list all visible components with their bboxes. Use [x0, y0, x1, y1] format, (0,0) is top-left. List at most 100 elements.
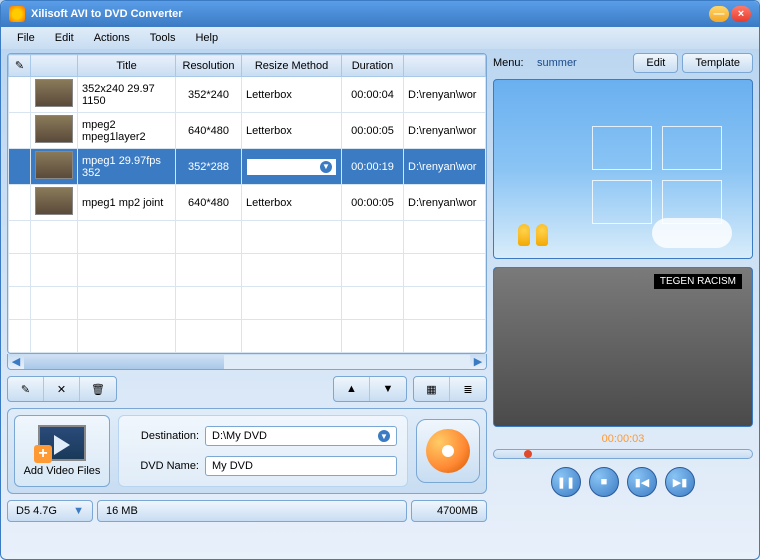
video-preview[interactable]: TEGEN RACISM [493, 267, 753, 427]
menu-file[interactable]: File [7, 29, 45, 47]
row-title: mpeg1 29.97fps 352 [78, 149, 176, 185]
table-row-empty [9, 254, 486, 287]
table-row[interactable]: mpeg1 29.97fps 352 352*288 Letterbox ▼ 00… [9, 149, 486, 185]
thumb-view-button[interactable]: ▦ [414, 377, 450, 401]
grid-hscroll[interactable]: ◀ ▶ [7, 354, 487, 370]
move-down-button[interactable]: ▼ [370, 377, 406, 401]
disc-type-value: D5 4.7G [16, 505, 57, 517]
row-resolution: 352*288 [176, 149, 242, 185]
video-banner: TEGEN RACISM [654, 274, 742, 289]
table-row-empty [9, 287, 486, 320]
edit-item-button[interactable]: ✎ [8, 377, 44, 401]
row-marker [9, 77, 31, 113]
menu-tools[interactable]: Tools [140, 29, 186, 47]
cloud-icon [652, 218, 732, 248]
resize-dropdown[interactable]: Letterbox ▼ [246, 158, 337, 176]
menu-slot [662, 126, 722, 170]
dvdname-value: My DVD [212, 460, 253, 472]
menu-template-button[interactable]: Template [682, 53, 753, 73]
row-resolution: 640*480 [176, 185, 242, 221]
disc-type-dropdown[interactable]: D5 4.7G ▼ [7, 500, 93, 522]
table-row[interactable]: 352x240 29.97 1150 352*240 Letterbox 00:… [9, 77, 486, 113]
prev-button[interactable]: ▮◀ [627, 467, 657, 497]
chevron-down-icon: ▼ [320, 161, 332, 173]
scroll-right-icon[interactable]: ▶ [470, 355, 486, 369]
row-resize: Letterbox [242, 77, 342, 113]
table-row[interactable]: mpeg2 mpeg1layer2 640*480 Letterbox 00:0… [9, 113, 486, 149]
col-title[interactable]: Title [78, 55, 176, 77]
pause-button[interactable]: ❚❚ [551, 467, 581, 497]
used-size-value: 16 MB [106, 505, 138, 517]
scroll-track[interactable] [24, 355, 470, 369]
burn-button[interactable] [416, 419, 480, 483]
row-resize[interactable]: Letterbox ▼ [242, 149, 342, 185]
seek-bar[interactable] [493, 449, 753, 459]
col-resize[interactable]: Resize Method [242, 55, 342, 77]
stop-icon: ■ [601, 476, 608, 488]
menu-slots [592, 126, 722, 224]
thumbnail-icon [35, 79, 73, 107]
row-thumb [31, 185, 78, 221]
disc-icon [426, 429, 470, 473]
timecode: 00:00:03 [493, 433, 753, 445]
menu-help[interactable]: Help [185, 29, 228, 47]
destination-dropdown[interactable]: D:\My DVD ▼ [205, 426, 397, 446]
stop-button[interactable]: ■ [589, 467, 619, 497]
menubar: File Edit Actions Tools Help [1, 27, 759, 49]
video-frame: TEGEN RACISM [494, 268, 752, 426]
x-icon: ✕ [57, 383, 66, 396]
trash-icon: 🗑 [91, 383, 105, 396]
thumbnail-icon [35, 115, 73, 143]
menu-edit[interactable]: Edit [45, 29, 84, 47]
chevron-down-icon: ▼ [378, 430, 390, 442]
scroll-left-icon[interactable]: ◀ [8, 355, 24, 369]
menu-header: Menu: summer Edit Template [493, 53, 753, 73]
row-thumb [31, 113, 78, 149]
player-controls: ❚❚ ■ ▮◀ ▶▮ [493, 467, 753, 497]
col-thumb[interactable] [31, 55, 78, 77]
menu-preview[interactable] [493, 79, 753, 259]
row-duration: 00:00:19 [342, 149, 404, 185]
row-resize: Letterbox [242, 113, 342, 149]
plus-icon: + [34, 445, 52, 463]
row-source: D:\renyan\wor [404, 113, 486, 149]
col-marker[interactable]: ✎ [9, 55, 31, 77]
pencil-icon: ✎ [21, 383, 30, 396]
row-marker [9, 185, 31, 221]
chevron-down-icon: ▼ [73, 505, 84, 517]
row-marker [9, 149, 31, 185]
trash-button[interactable]: 🗑 [80, 377, 116, 401]
row-resize: Letterbox [242, 185, 342, 221]
row-source: D:\renyan\wor [404, 185, 486, 221]
resize-value: Letterbox [251, 161, 297, 173]
close-button[interactable]: × [731, 6, 751, 22]
menu-actions[interactable]: Actions [84, 29, 140, 47]
destination-value: D:\My DVD [212, 430, 267, 442]
prev-icon: ▮◀ [635, 476, 650, 489]
table-row[interactable]: mpeg1 mp2 joint 640*480 Letterbox 00:00:… [9, 185, 486, 221]
move-up-button[interactable]: ▲ [334, 377, 370, 401]
chevron-down-icon: ▼ [383, 383, 394, 395]
row-title: 352x240 29.97 1150 [78, 77, 176, 113]
add-video-files-button[interactable]: + Add Video Files [14, 415, 110, 487]
dvdname-input[interactable]: My DVD [205, 456, 397, 476]
row-title: mpeg1 mp2 joint [78, 185, 176, 221]
minimize-icon: — [714, 8, 725, 20]
app-title: Xilisoft AVI to DVD Converter [31, 8, 183, 20]
col-duration[interactable]: Duration [342, 55, 404, 77]
col-source[interactable] [404, 55, 486, 77]
scroll-thumb[interactable] [24, 355, 224, 369]
destination-fields: Destination: D:\My DVD ▼ DVD Name: My DV… [118, 415, 408, 487]
titlebar: Xilisoft AVI to DVD Converter — × [1, 1, 759, 27]
list-view-button[interactable]: ≣ [450, 377, 486, 401]
minimize-button[interactable]: — [709, 6, 729, 22]
remove-item-button[interactable]: ✕ [44, 377, 80, 401]
add-video-label: Add Video Files [24, 465, 101, 477]
row-thumb [31, 149, 78, 185]
seek-thumb[interactable] [524, 450, 532, 458]
edit-button-group: ✎ ✕ 🗑 [7, 376, 117, 402]
col-resolution[interactable]: Resolution [176, 55, 242, 77]
menu-edit-button[interactable]: Edit [633, 53, 678, 73]
thumbnail-icon [35, 151, 73, 179]
next-button[interactable]: ▶▮ [665, 467, 695, 497]
